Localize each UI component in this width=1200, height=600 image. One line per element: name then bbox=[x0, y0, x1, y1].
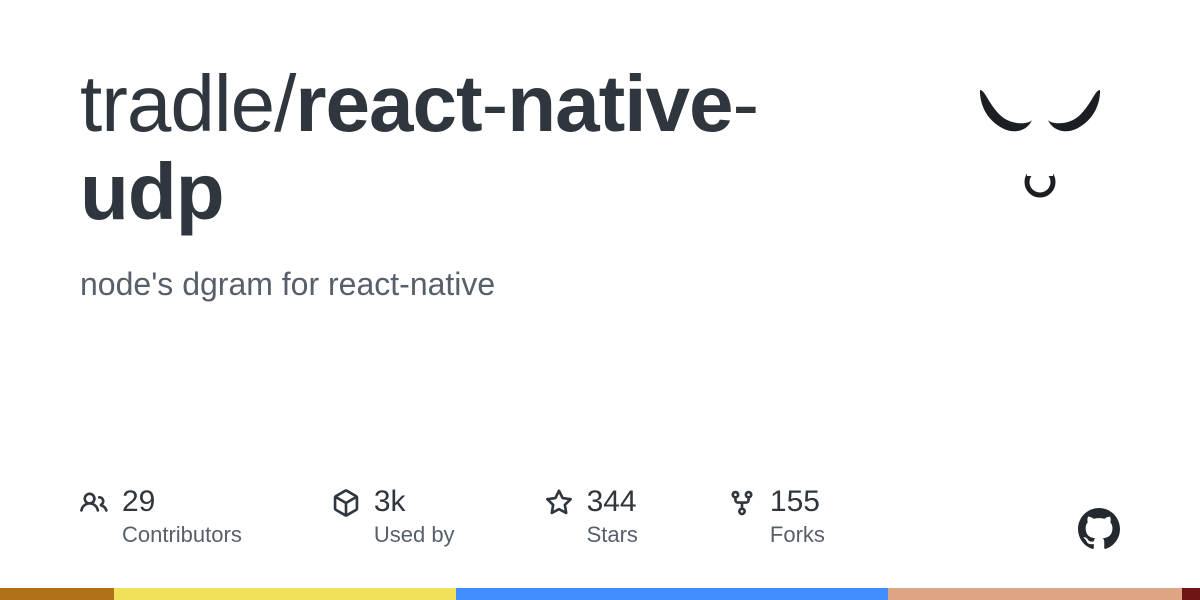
stat-usedby: 3k Used by bbox=[332, 485, 455, 548]
lang-seg-b bbox=[114, 588, 456, 600]
star-icon bbox=[545, 489, 573, 517]
stars-label: Stars bbox=[587, 522, 638, 548]
forks-value: 155 bbox=[770, 485, 825, 518]
lang-seg-c bbox=[456, 588, 888, 600]
repo-name-part1: react bbox=[295, 59, 481, 148]
package-icon bbox=[332, 489, 360, 517]
stat-forks: 155 Forks bbox=[728, 485, 825, 548]
stat-contributors: 29 Contributors bbox=[80, 485, 242, 548]
bull-icon bbox=[960, 70, 1120, 230]
stat-stars: 344 Stars bbox=[545, 485, 638, 548]
forks-label: Forks bbox=[770, 522, 825, 548]
lang-seg-d bbox=[888, 588, 1182, 600]
repo-hyphen1: - bbox=[482, 59, 508, 148]
stats-row: 29 Contributors 3k Used by 344 Stars bbox=[80, 485, 1120, 548]
usedby-value: 3k bbox=[374, 485, 455, 518]
repo-description: node's dgram for react-native bbox=[80, 266, 880, 303]
usedby-label: Used by bbox=[374, 522, 455, 548]
lang-seg-a bbox=[0, 588, 114, 600]
repo-name-part2: native bbox=[507, 59, 732, 148]
repo-hyphen2: - bbox=[732, 59, 758, 148]
contributors-value: 29 bbox=[122, 485, 242, 518]
people-icon bbox=[80, 489, 108, 517]
language-color-bar bbox=[0, 588, 1200, 600]
fork-icon bbox=[728, 489, 756, 517]
owner-avatar bbox=[960, 70, 1120, 230]
contributors-label: Contributors bbox=[122, 522, 242, 548]
repo-title: tradle/react-native-udp bbox=[80, 60, 880, 236]
repo-owner: tradle bbox=[80, 59, 274, 148]
github-logo-icon bbox=[1078, 508, 1120, 550]
lang-seg-e bbox=[1182, 588, 1200, 600]
repo-slash: / bbox=[274, 59, 295, 148]
repo-name-part3: udp bbox=[80, 147, 224, 236]
stars-value: 344 bbox=[587, 485, 638, 518]
